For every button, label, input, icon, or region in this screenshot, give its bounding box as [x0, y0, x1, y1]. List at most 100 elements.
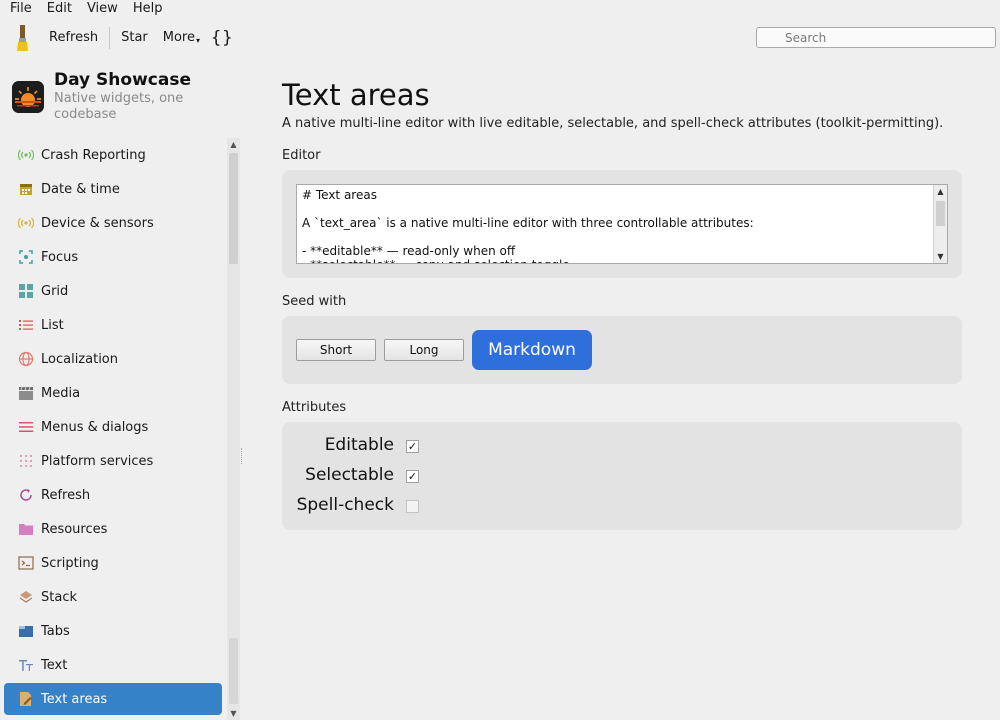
- app-logo-icon: [12, 81, 44, 113]
- scrollbar-track-highlight: [229, 638, 238, 704]
- scrollbar-thumb[interactable]: [936, 201, 945, 226]
- paintbrush-icon: [8, 23, 38, 53]
- attributes-section-label: Attributes: [282, 400, 347, 415]
- editable-label: Editable: [324, 435, 394, 455]
- toolbar-separator: [109, 27, 111, 49]
- document-edit-icon: [18, 691, 34, 707]
- refresh-button[interactable]: Refresh: [45, 28, 102, 48]
- sidebar-item-label: Text areas: [41, 691, 108, 707]
- selectable-label: Selectable: [305, 465, 394, 485]
- sidebar-item-label: Scripting: [41, 555, 99, 571]
- seed-card: Short Long Markdown: [282, 316, 962, 384]
- menu-bar: File Edit View Help: [0, 0, 1000, 17]
- clapperboard-icon: [18, 385, 34, 401]
- menu-edit[interactable]: Edit: [37, 1, 77, 17]
- sensor-icon: [18, 215, 34, 231]
- seed-short-button[interactable]: Short: [296, 339, 376, 361]
- sidebar-scrollbar[interactable]: ▲ ▼: [227, 138, 240, 720]
- layers-icon: [18, 589, 34, 605]
- scroll-down-icon[interactable]: ▼: [227, 707, 240, 720]
- sidebar: Day Showcase Native widgets, one codebas…: [0, 66, 242, 720]
- braces-button[interactable]: {}: [211, 28, 233, 48]
- sidebar-item-label: Refresh: [41, 487, 91, 503]
- sidebar-item-label: Localization: [41, 351, 118, 367]
- calendar-icon: [18, 181, 34, 197]
- toolbar: Refresh Star More ▾ {}: [0, 18, 1000, 58]
- focus-icon: [18, 249, 34, 265]
- sidebar-item-label: Platform services: [41, 453, 154, 469]
- sidebar-item-label: Resources: [41, 521, 108, 537]
- menu-icon: [18, 419, 34, 435]
- menu-view[interactable]: View: [77, 1, 123, 17]
- sidebar-item-label: Text: [41, 657, 68, 673]
- chevron-down-icon: ▾: [196, 36, 201, 45]
- page-subtitle: A native multi-line editor with live edi…: [282, 116, 944, 131]
- app-title: Day Showcase: [54, 70, 191, 90]
- sidebar-item-label: Device & sensors: [41, 215, 154, 231]
- attributes-card: Editable ✓ Selectable ✓ Spell-check: [282, 422, 962, 530]
- broadcast-icon: [18, 147, 34, 163]
- sidebar-item-label: Date & time: [41, 181, 120, 197]
- splitter-handle[interactable]: [241, 448, 243, 464]
- text-icon: [18, 657, 34, 673]
- sidebar-item-label: Crash Reporting: [41, 147, 146, 163]
- sidebar-item-localization[interactable]: Localization: [4, 343, 222, 375]
- app-subtitle: Native widgets, one codebase: [54, 91, 184, 122]
- spell-check-checkbox[interactable]: [406, 500, 419, 513]
- sidebar-item-stack[interactable]: Stack: [4, 581, 222, 613]
- seed-long-button[interactable]: Long: [384, 339, 464, 361]
- tabs-icon: [18, 623, 34, 639]
- sidebar-item-menus-dialogs[interactable]: Menus & dialogs: [4, 411, 222, 443]
- more-button[interactable]: More ▾: [159, 28, 204, 48]
- star-button[interactable]: Star: [117, 28, 152, 48]
- menu-file[interactable]: File: [0, 1, 37, 17]
- terminal-icon: [18, 555, 34, 571]
- editor-content[interactable]: # Text areas A `text_area` is a native m…: [297, 185, 947, 263]
- sidebar-item-label: Menus & dialogs: [41, 419, 149, 435]
- scroll-up-icon[interactable]: ▲: [934, 185, 947, 198]
- sidebar-item-label: Tabs: [41, 623, 70, 639]
- page-title: Text areas: [282, 78, 430, 112]
- search-input[interactable]: [756, 27, 996, 48]
- sidebar-item-text[interactable]: Text: [4, 649, 222, 681]
- sidebar-item-scripting[interactable]: Scripting: [4, 547, 222, 579]
- menu-help[interactable]: Help: [123, 1, 168, 17]
- editor-section-label: Editor: [282, 148, 321, 163]
- sidebar-item-label: List: [41, 317, 64, 333]
- selectable-checkbox[interactable]: ✓: [406, 470, 419, 483]
- more-button-label: More: [162, 30, 195, 45]
- sidebar-item-label: Grid: [41, 283, 69, 299]
- editor-card: # Text areas A `text_area` is a native m…: [282, 170, 962, 278]
- sidebar-nav: Crash Reporting Date & time Device & sen…: [4, 139, 226, 720]
- folder-icon: [18, 521, 34, 537]
- sidebar-item-text-areas[interactable]: Text areas: [4, 683, 222, 715]
- list-icon: [18, 317, 34, 333]
- sidebar-item-platform-services[interactable]: Platform services: [4, 445, 222, 477]
- editable-checkbox[interactable]: ✓: [406, 440, 419, 453]
- sidebar-item-label: Stack: [41, 589, 77, 605]
- sidebar-item-media[interactable]: Media: [4, 377, 222, 409]
- scroll-down-icon[interactable]: ▼: [934, 250, 947, 263]
- seed-section-label: Seed with: [282, 294, 347, 309]
- grid-icon: [18, 283, 34, 299]
- spell-check-label: Spell-check: [296, 495, 394, 515]
- sidebar-item-device-sensors[interactable]: Device & sensors: [4, 207, 222, 239]
- sidebar-item-label: Media: [41, 385, 81, 401]
- scroll-up-icon[interactable]: ▲: [227, 138, 240, 151]
- sidebar-item-date-time[interactable]: Date & time: [4, 173, 222, 205]
- sidebar-item-tabs[interactable]: Tabs: [4, 615, 222, 647]
- seed-markdown-button[interactable]: Markdown: [472, 330, 592, 370]
- sidebar-item-label: Focus: [41, 249, 79, 265]
- sidebar-item-refresh[interactable]: Refresh: [4, 479, 222, 511]
- sidebar-item-focus[interactable]: Focus: [4, 241, 222, 273]
- text-area-editor[interactable]: # Text areas A `text_area` is a native m…: [296, 184, 948, 264]
- refresh-icon: [18, 487, 34, 503]
- editor-scrollbar[interactable]: ▲ ▼: [933, 185, 947, 263]
- sidebar-item-crash-reporting[interactable]: Crash Reporting: [4, 139, 222, 171]
- globe-icon: [18, 351, 34, 367]
- dots-grid-icon: [18, 453, 34, 469]
- scrollbar-thumb[interactable]: [229, 153, 238, 264]
- sidebar-item-list[interactable]: List: [4, 309, 222, 341]
- sidebar-item-grid[interactable]: Grid: [4, 275, 222, 307]
- sidebar-item-resources[interactable]: Resources: [4, 513, 222, 545]
